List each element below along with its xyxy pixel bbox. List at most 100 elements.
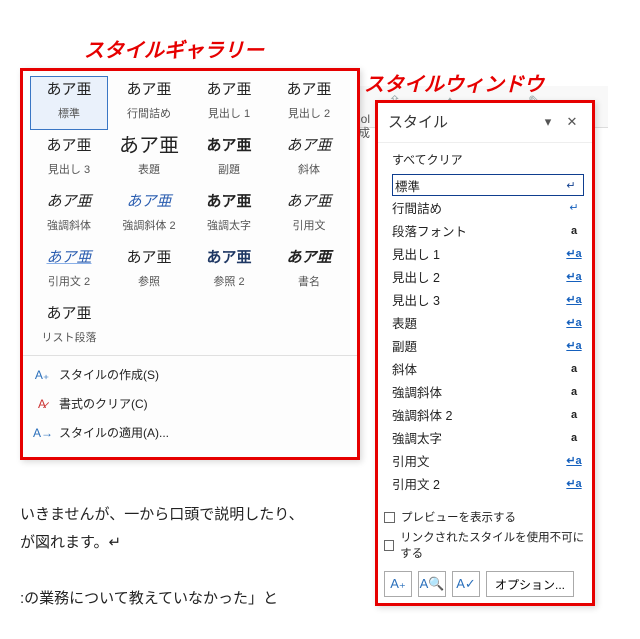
- manage-style-button[interactable]: A✓: [452, 571, 480, 597]
- style-tag-icon: ↵a: [564, 270, 584, 283]
- gallery-preview: あア亜: [33, 249, 105, 269]
- gallery-name: 強調斜体: [33, 217, 105, 233]
- gallery-item[interactable]: あア亜見出し 2: [270, 76, 348, 130]
- gallery-name: リスト段落: [33, 329, 105, 345]
- checkbox-linked[interactable]: リンクされたスタイルを使用不可にする: [384, 527, 586, 563]
- style-name: 強調斜体 2: [392, 405, 564, 424]
- style-name: 行間詰め: [392, 198, 564, 217]
- style-tag-icon: ↵a: [564, 477, 584, 490]
- gallery-name: 引用文 2: [33, 273, 105, 289]
- style-item[interactable]: 行間詰め↵: [392, 196, 584, 219]
- options-button[interactable]: オプション...: [486, 571, 574, 597]
- clear-all[interactable]: すべてクリア: [392, 149, 584, 174]
- checkbox-preview[interactable]: プレビューを表示する: [384, 507, 586, 527]
- style-tag-icon: a: [564, 363, 584, 375]
- callout-gallery: スタイルギャラリー: [84, 34, 264, 63]
- gallery-grid: あア亜標準あア亜行間詰めあア亜見出し 1あア亜見出し 2あア亜見出し 3あア亜表…: [23, 71, 357, 355]
- gallery-item[interactable]: あア亜標準: [30, 76, 108, 130]
- style-name: 引用文 2: [392, 474, 564, 493]
- checkbox-icon: [384, 512, 395, 523]
- gallery-preview: あア亜: [113, 137, 185, 157]
- gallery-name: 表題: [113, 161, 185, 177]
- gallery-item[interactable]: あア亜強調斜体 2: [110, 188, 188, 242]
- gallery-name: 標準: [33, 105, 105, 121]
- style-item[interactable]: 強調斜体 2a: [392, 403, 584, 426]
- close-button[interactable]: ✕: [560, 114, 584, 130]
- gallery-item[interactable]: あア亜副題: [190, 132, 268, 186]
- gallery-item[interactable]: あア亜行間詰め: [110, 76, 188, 130]
- gallery-item[interactable]: あア亜参照: [110, 244, 188, 298]
- gallery-item[interactable]: あア亜見出し 1: [190, 76, 268, 130]
- checkbox-preview-label: プレビューを表示する: [401, 509, 516, 525]
- style-name: 強調斜体: [392, 382, 564, 401]
- style-name: 副題: [392, 336, 564, 355]
- style-gallery: あア亜標準あア亜行間詰めあア亜見出し 1あア亜見出し 2あア亜見出し 3あア亜表…: [20, 68, 360, 460]
- style-item[interactable]: 斜体a: [392, 357, 584, 380]
- style-item[interactable]: 見出し 3↵a: [392, 288, 584, 311]
- style-name: 強調太字: [392, 428, 564, 447]
- inspect-style-button[interactable]: A🔍: [418, 571, 446, 597]
- style-tag-icon: ↵a: [564, 454, 584, 467]
- styles-footer: プレビューを表示する リンクされたスタイルを使用不可にする A₊ A🔍 A✓ オ…: [384, 507, 586, 597]
- gallery-item[interactable]: あア亜見出し 3: [30, 132, 108, 186]
- style-name: 引用文: [392, 451, 564, 470]
- gallery-item[interactable]: あア亜斜体: [270, 132, 348, 186]
- style-item[interactable]: 段落フォントa: [392, 219, 584, 242]
- menu-apply-style[interactable]: A→ スタイルの適用(A)...: [23, 418, 357, 447]
- style-item[interactable]: 副題↵a: [392, 334, 584, 357]
- gallery-name: 見出し 3: [33, 161, 105, 177]
- gallery-preview: あア亜: [273, 193, 345, 213]
- options-label: オプション...: [495, 576, 565, 593]
- doc-line-1: いきませんが、一から口頭で説明したり、: [20, 504, 380, 527]
- style-name: 見出し 2: [392, 267, 564, 286]
- gallery-name: 行間詰め: [113, 105, 185, 121]
- gallery-menu: A₊ スタイルの作成(S) A̷ 書式のクリア(C) A→ スタイルの適用(A)…: [23, 355, 357, 451]
- style-item[interactable]: 強調斜体a: [392, 380, 584, 403]
- new-style-button[interactable]: A₊: [384, 571, 412, 597]
- doc-line-3: :の業務について教えていなかった」と: [20, 588, 380, 611]
- style-tag-icon: ↵: [561, 179, 581, 192]
- styles-header: スタイル ▾ ✕: [378, 103, 592, 143]
- gallery-item[interactable]: あア亜表題: [110, 132, 188, 186]
- gallery-name: 参照: [113, 273, 185, 289]
- a-plus-icon: A₊: [33, 368, 51, 382]
- menu-create-style[interactable]: A₊ スタイルの作成(S): [23, 360, 357, 389]
- gallery-preview: あア亜: [193, 81, 265, 101]
- gallery-item[interactable]: あア亜引用文: [270, 188, 348, 242]
- gallery-item[interactable]: あア亜強調斜体: [30, 188, 108, 242]
- gallery-item[interactable]: あア亜強調太字: [190, 188, 268, 242]
- collapse-button[interactable]: ▾: [536, 114, 560, 130]
- style-item[interactable]: 表題↵a: [392, 311, 584, 334]
- gallery-preview: あア亜: [193, 137, 265, 157]
- gallery-preview: あア亜: [273, 137, 345, 157]
- style-name: 標準: [395, 176, 561, 195]
- gallery-item[interactable]: あア亜リスト段落: [30, 300, 108, 354]
- gallery-name: 見出し 2: [273, 105, 345, 121]
- a-apply-icon: A→: [33, 426, 51, 440]
- style-item[interactable]: 見出し 2↵a: [392, 265, 584, 288]
- gallery-preview: あア亜: [113, 249, 185, 269]
- style-name: 表題: [392, 313, 564, 332]
- checkbox-icon: [384, 540, 394, 551]
- gallery-preview: あア亜: [273, 249, 345, 269]
- gallery-preview: あア亜: [33, 193, 105, 213]
- gallery-preview: あア亜: [113, 81, 185, 101]
- gallery-item[interactable]: あア亜書名: [270, 244, 348, 298]
- menu-clear-format[interactable]: A̷ 書式のクリア(C): [23, 389, 357, 418]
- gallery-item[interactable]: あア亜引用文 2: [30, 244, 108, 298]
- style-item[interactable]: 引用文↵a: [392, 449, 584, 472]
- gallery-name: 斜体: [273, 161, 345, 177]
- gallery-item[interactable]: あア亜参照 2: [190, 244, 268, 298]
- style-item[interactable]: 見出し 1↵a: [392, 242, 584, 265]
- style-tag-icon: a: [564, 409, 584, 421]
- style-tag-icon: a: [564, 432, 584, 444]
- menu-clear-label: 書式のクリア(C): [59, 395, 148, 412]
- gallery-preview: あア亜: [193, 193, 265, 213]
- gallery-name: 参照 2: [193, 273, 265, 289]
- style-tag-icon: a: [564, 225, 584, 237]
- style-name: 斜体: [392, 359, 564, 378]
- style-item[interactable]: 標準↵: [392, 174, 584, 196]
- checkbox-linked-label: リンクされたスタイルを使用不可にする: [400, 529, 586, 561]
- style-item[interactable]: 引用文 2↵a: [392, 472, 584, 495]
- style-item[interactable]: 強調太字a: [392, 426, 584, 449]
